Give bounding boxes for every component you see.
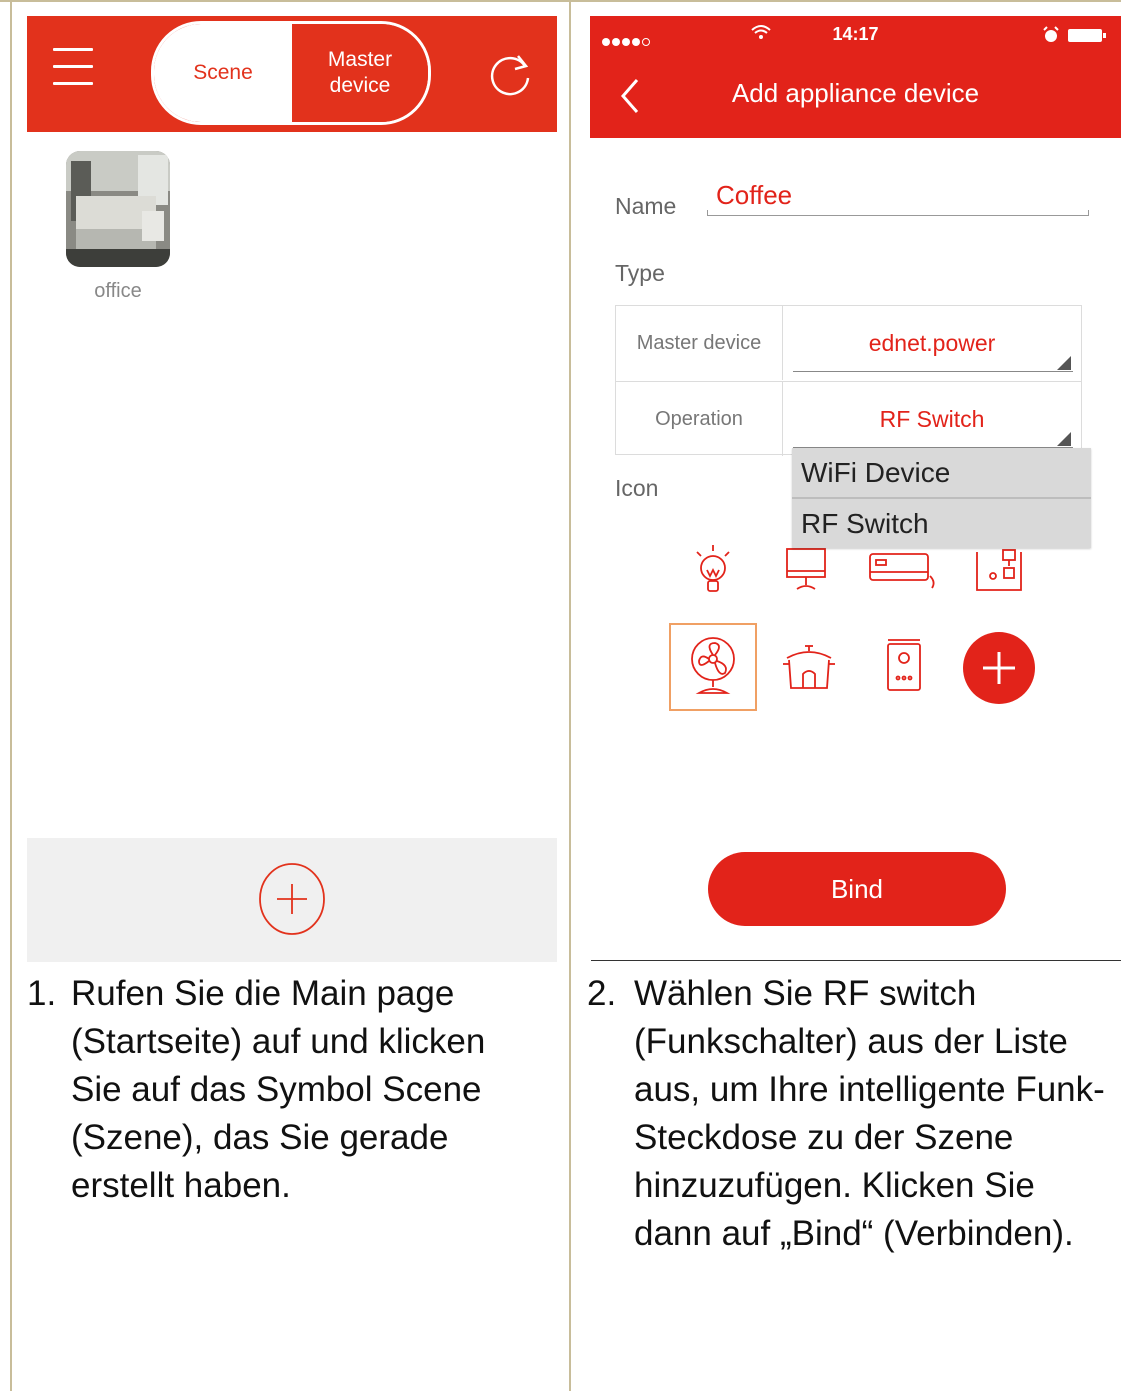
refresh-icon[interactable] (485, 50, 535, 100)
instruction-1: 1. Rufen Sie die Main page (Startseite) … (27, 970, 537, 1205)
type-row: Operation RF Switch (616, 381, 1081, 456)
monitor-icon[interactable] (781, 545, 833, 597)
type-label: Type (615, 260, 665, 286)
master-device-select[interactable]: ednet.power (783, 306, 1081, 380)
dropdown-arrow-icon (1057, 356, 1071, 370)
tab-master-device[interactable]: Master device (292, 24, 428, 122)
air-conditioner-icon[interactable] (866, 548, 938, 592)
dropdown-option-wifi-device[interactable]: WiFi Device (792, 448, 1091, 497)
bottom-bar (27, 838, 557, 962)
menu-icon[interactable] (53, 48, 93, 90)
type-row: Master device ednet.power (616, 306, 1081, 380)
instruction-text: Rufen Sie die Main page (Startseite) auf… (71, 974, 486, 1205)
add-icon[interactable] (963, 632, 1035, 704)
battery-icon (1068, 29, 1106, 42)
type-table: Master device ednet.power Operation RF S… (615, 305, 1082, 456)
master-device-label: Master device (616, 306, 783, 380)
operation-dropdown: WiFi Device RF Switch (792, 448, 1091, 548)
page-title: Add appliance device (731, 78, 980, 108)
instruction-number: 1. (27, 974, 57, 1013)
segmented-control: Scene Master device (151, 21, 431, 125)
step-1-cell: Scene Master device office 1. Rufen Sie … (0, 0, 570, 1391)
scene-label: office (94, 280, 142, 302)
operation-select[interactable]: RF Switch (783, 382, 1081, 456)
app-header: 14:17 Add appliance device (590, 16, 1121, 138)
instruction-text: Wählen Sie RF switch (Funkschalter) aus … (634, 974, 1105, 1253)
name-label: Name (615, 193, 677, 219)
fan-icon[interactable] (689, 635, 737, 699)
instruction-2: 2. Wählen Sie RF switch (Funkschalter) a… (587, 970, 1117, 1370)
divider (591, 960, 1121, 961)
icon-label: Icon (615, 475, 659, 501)
instruction-number: 2. (587, 974, 617, 1013)
coffee-machine-icon[interactable] (971, 542, 1027, 598)
step-2-cell: 14:17 Add appliance device Name Coffee T… (571, 0, 1121, 1391)
rice-cooker-icon[interactable] (779, 640, 839, 696)
scene-thumbnail[interactable] (66, 151, 170, 267)
bind-button[interactable]: Bind (708, 852, 1006, 926)
name-input-underline (707, 210, 1089, 216)
select-underline (793, 371, 1073, 372)
operation-label: Operation (616, 382, 783, 456)
dropdown-option-rf-switch[interactable]: RF Switch (792, 497, 1091, 548)
water-heater-icon[interactable] (882, 638, 926, 698)
operation-value: RF Switch (879, 405, 985, 432)
alarm-icon (1043, 26, 1059, 42)
status-bar: 14:17 (590, 22, 1121, 50)
bulb-icon[interactable] (689, 540, 737, 600)
add-scene-button[interactable] (258, 862, 326, 936)
dropdown-arrow-icon (1057, 432, 1071, 446)
name-input[interactable]: Coffee (716, 180, 792, 211)
tab-scene[interactable]: Scene (154, 24, 292, 122)
main-header: Scene Master device (27, 16, 557, 132)
master-device-value: ednet.power (868, 329, 996, 356)
